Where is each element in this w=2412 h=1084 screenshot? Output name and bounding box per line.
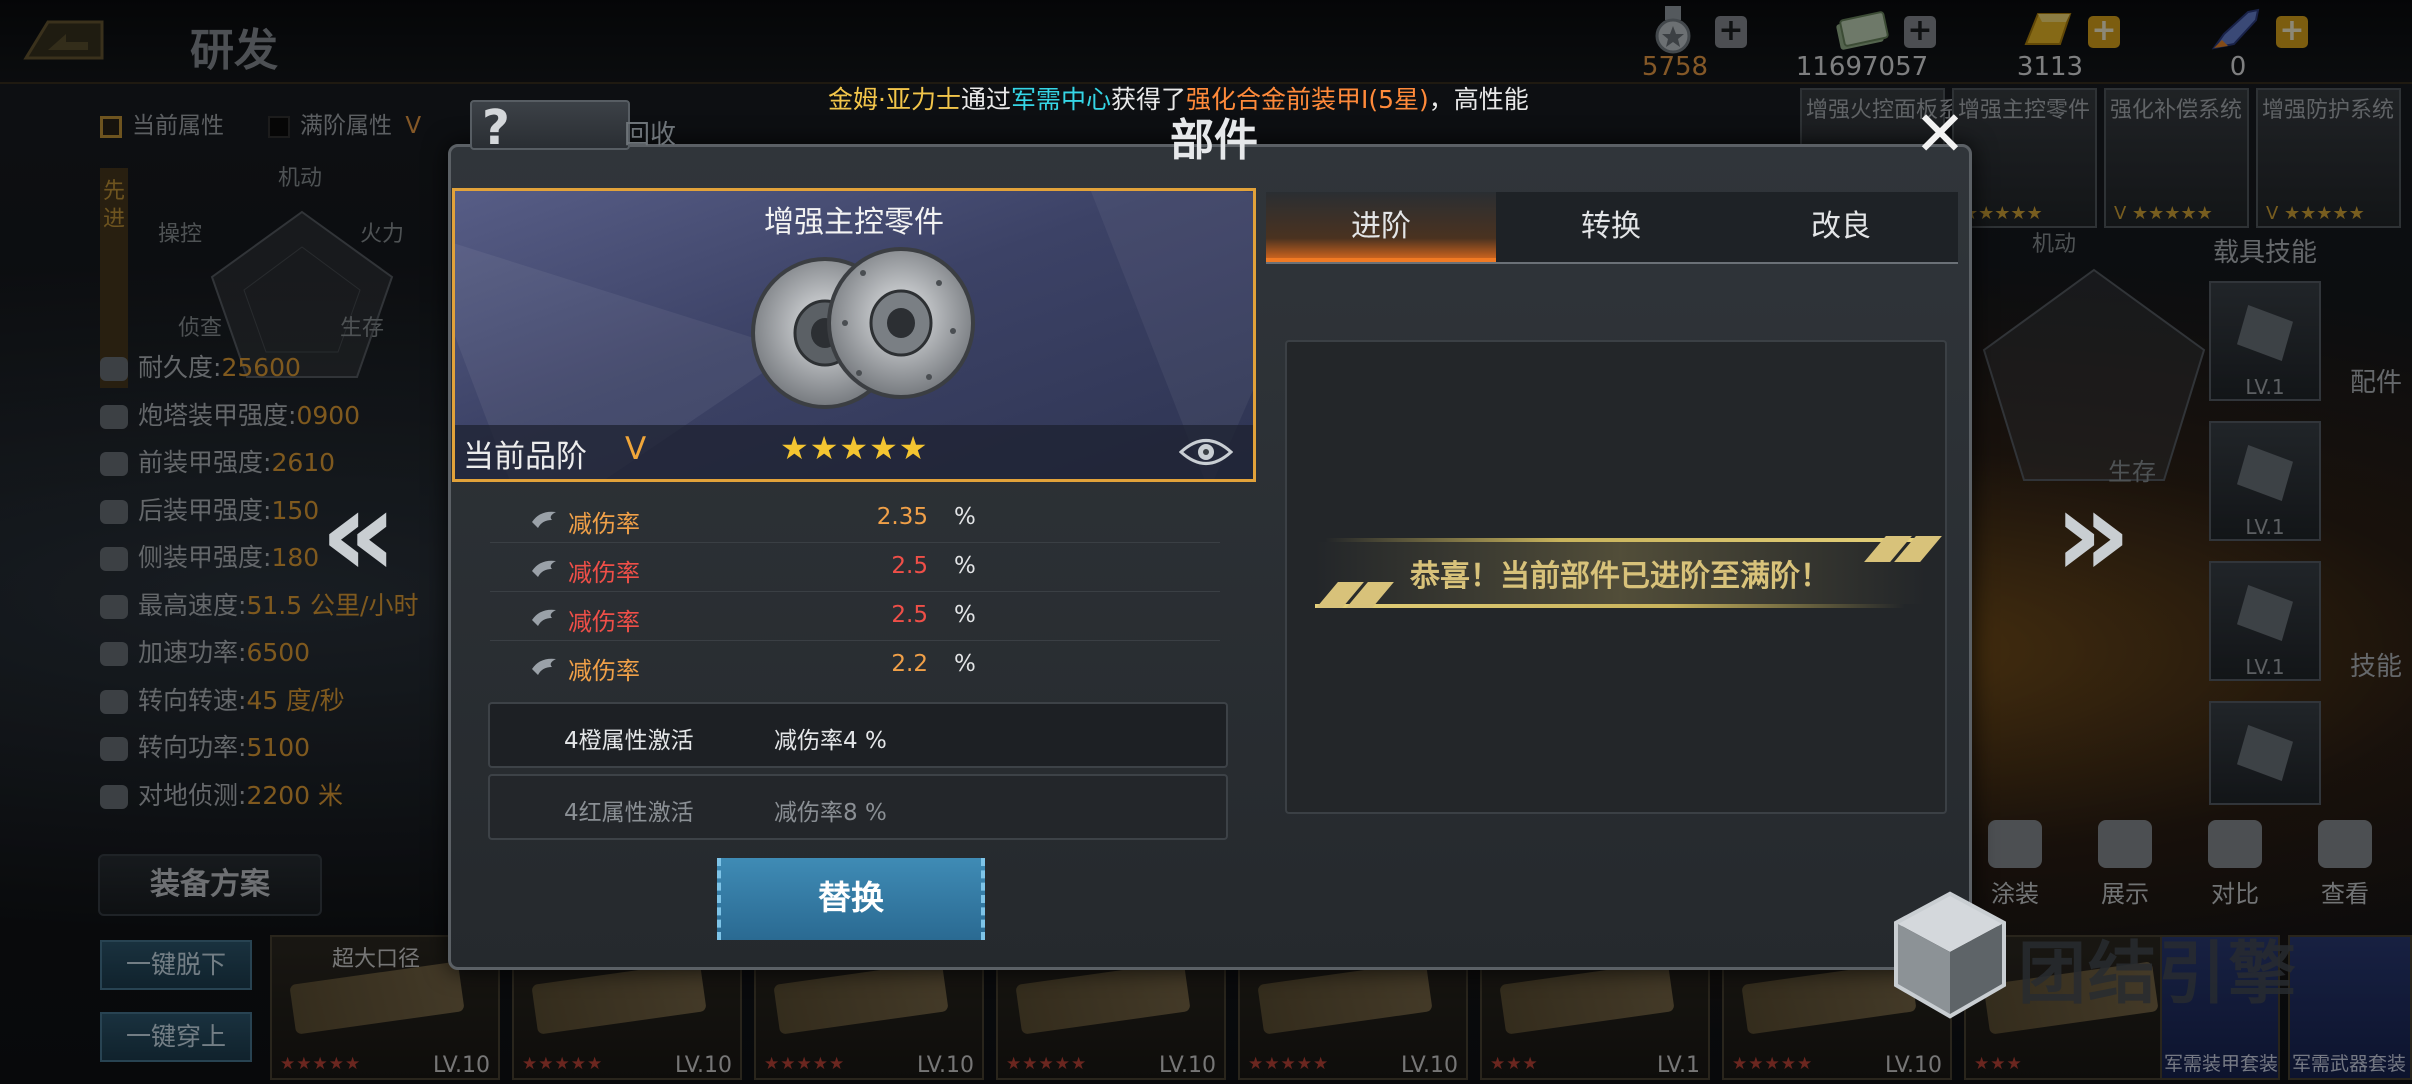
modal-tabs: 进阶 转换 改良 bbox=[1266, 192, 1958, 264]
shield-wing-icon bbox=[532, 560, 556, 577]
max-grade-message: 恭喜！当前部件已进阶至满阶！ bbox=[1410, 559, 1830, 594]
attribute-row: 减伤率 2.35% bbox=[490, 494, 1220, 543]
set-bonus-red: 4红属性激活 减伤率8 % bbox=[488, 774, 1228, 840]
replace-button[interactable]: 替换 bbox=[717, 858, 985, 940]
attribute-row: 减伤率 2.5% bbox=[490, 543, 1220, 592]
grade-bar: 当前品阶 V ★★★★★ bbox=[455, 425, 1253, 479]
part-modal: 部件 ? 回收 ✕ 增强主控零件 当前品阶 V ★★★★★ 减伤率 2.35 %… bbox=[440, 88, 1972, 970]
brake-disc-icon bbox=[751, 247, 975, 409]
part-card: 增强主控零件 当前品阶 V ★★★★★ bbox=[452, 188, 1256, 482]
next-part-arrow[interactable]: » bbox=[2054, 475, 2132, 600]
attribute-row: 减伤率 2.5% bbox=[490, 592, 1220, 641]
engine-watermark: 团结引擎 bbox=[1890, 890, 2330, 1020]
help-icon: ? bbox=[482, 100, 510, 156]
eye-icon[interactable] bbox=[1179, 435, 1233, 469]
shield-wing-icon bbox=[532, 511, 556, 528]
recycle-label: 回收 bbox=[624, 120, 677, 150]
attribute-row: 减伤率 2.2% bbox=[490, 641, 1220, 690]
tab-convert[interactable]: 转换 bbox=[1496, 192, 1726, 262]
modal-header: 部件 ? 回收 ✕ bbox=[440, 88, 1988, 166]
set-bonus-orange: 4橙属性激活 减伤率4 % bbox=[488, 702, 1228, 768]
max-grade-banner: 恭喜！当前部件已进阶至满阶！ bbox=[1315, 536, 1942, 608]
attribute-list: 减伤率 2.35% 减伤率 2.5% 减伤率 2.5% 减伤率 2.2% bbox=[490, 494, 1220, 690]
tab-improve[interactable]: 改良 bbox=[1726, 192, 1956, 262]
grade-value: V bbox=[625, 431, 647, 467]
tab-advance[interactable]: 进阶 bbox=[1266, 192, 1496, 262]
grade-label: 当前品阶 bbox=[463, 439, 587, 475]
help-button[interactable]: ? 回收 bbox=[470, 100, 676, 156]
shield-wing-icon bbox=[532, 609, 556, 626]
cube-logo-icon bbox=[1894, 891, 2006, 1019]
shield-wing-icon bbox=[532, 658, 556, 675]
previous-part-arrow[interactable]: « bbox=[320, 475, 398, 600]
part-name: 增强主控零件 bbox=[764, 205, 944, 240]
close-icon[interactable]: ✕ bbox=[1910, 103, 1970, 166]
watermark-text: 团结引擎 bbox=[2018, 935, 2299, 1014]
advance-result-panel: 恭喜！当前部件已进阶至满阶！ bbox=[1285, 340, 1947, 814]
star-rating: ★★★★★ bbox=[780, 429, 929, 467]
